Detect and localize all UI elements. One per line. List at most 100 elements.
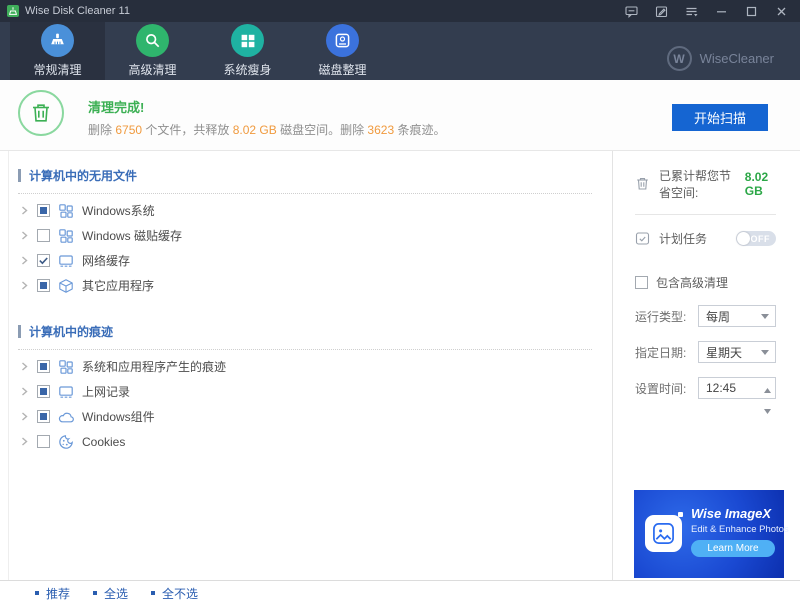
cube-icon [58,278,74,294]
summary-text: 个文件，共释放 [142,123,233,137]
main-area: 计算机中的无用文件 Windows系统 Windows 磁贴缓存网络缓存其它应用程序… [0,151,800,580]
advanced-clean-checkbox[interactable] [635,276,648,289]
checkbox[interactable] [37,360,50,373]
titlebar-buttons [625,5,800,18]
brand-logo: W WiseCleaner [667,46,774,71]
advanced-clean-label: 包含高级清理 [656,274,728,291]
schedule-toggle[interactable]: OFF [736,231,776,246]
cleanup-tree: 计算机中的无用文件 Windows系统 Windows 磁贴缓存网络缓存其它应用程序… [0,151,612,580]
tree-item[interactable]: Windows组件 [18,404,592,429]
chevron-right-icon[interactable] [20,281,29,290]
field-label: 指定日期: [635,344,686,361]
windows-icon [231,24,264,57]
chevron-right-icon[interactable] [20,256,29,265]
run-type-field: 运行类型:每周 [635,305,776,327]
result-banner: 清理完成! 删除 6750 个文件，共释放 8.02 GB 磁盘空间。删除 36… [0,80,800,151]
brush-icon [41,24,74,57]
tree-item-label: 其它应用程序 [82,277,154,294]
section-divider [18,349,592,350]
section-title: 计算机中的无用文件 [29,167,137,184]
calendar-check-icon [635,231,651,247]
section-header: 计算机中的痕迹 [18,322,592,340]
tab-regular-clean[interactable]: 常规清理 [10,22,105,80]
tree-item[interactable]: 网络缓存 [18,248,592,273]
chevron-right-icon[interactable] [20,362,29,371]
run-type-select[interactable]: 每周 [698,305,776,327]
app-logo-icon [7,5,19,17]
tab-advanced-clean[interactable]: 高级清理 [105,22,200,80]
tab-disk-defrag[interactable]: 磁盘整理 [295,22,390,80]
tab-label: 系统瘦身 [223,61,271,78]
summary-text: 磁盘空间。删除 [277,123,368,137]
maximize-icon[interactable] [745,5,758,18]
spin-down-icon[interactable] [764,401,771,419]
chevron-right-icon[interactable] [20,412,29,421]
menu-icon[interactable] [685,5,698,18]
tab-label: 磁盘整理 [318,61,366,78]
summary-value: 8.02 GB [233,123,277,137]
tree-item[interactable]: Windows 磁贴缓存 [18,223,592,248]
tree-item[interactable]: Windows系统 [18,198,592,223]
checkbox[interactable] [37,385,50,398]
brand-circle-icon: W [667,46,692,71]
chevron-right-icon[interactable] [20,437,29,446]
edit-icon[interactable] [655,5,668,18]
checkbox[interactable] [37,254,50,267]
close-icon[interactable] [775,5,788,18]
ad-subtitle: Edit & Enhance Photos [691,524,789,535]
checkbox[interactable] [37,279,50,292]
tree-item[interactable]: 系统和应用程序产生的痕迹 [18,354,592,379]
tree-item-label: 系统和应用程序产生的痕迹 [82,358,226,375]
tree-item[interactable]: 上网记录 [18,379,592,404]
clean-complete-title: 清理完成! [88,97,144,116]
tree-item-label: Windows 磁贴缓存 [82,227,182,244]
select-all-link[interactable]: 全选 [93,585,128,602]
photo-icon [645,515,682,552]
section-header: 计算机中的无用文件 [18,166,592,184]
checkbox[interactable] [37,410,50,423]
checkbox[interactable] [37,204,50,217]
tree-item-label: Windows系统 [82,202,155,219]
saved-space-value: 8.02 GB [745,170,776,198]
disk-icon [326,24,359,57]
window-title: Wise Disk Cleaner 11 [25,5,130,17]
caret-down-icon [761,314,769,319]
chevron-right-icon[interactable] [20,206,29,215]
summary-text: 删除 [88,123,115,137]
spinner-arrows[interactable] [764,380,771,419]
schedule-label: 计划任务 [659,230,707,247]
schedule-fields: 运行类型:每周指定日期:星期天设置时间:12:45 [635,305,776,399]
chevron-right-icon[interactable] [20,387,29,396]
checkbox[interactable] [37,229,50,242]
start-scan-button[interactable]: 开始扫描 [672,104,768,131]
tree-item[interactable]: 其它应用程序 [18,273,592,298]
tree-item[interactable]: Cookies [18,429,592,454]
wise-imagex-ad[interactable]: Wise ImageX Edit & Enhance Photos Learn … [634,490,784,578]
tab-system-slim[interactable]: 系统瘦身 [200,22,295,80]
minimize-icon[interactable] [715,5,728,18]
advanced-clean-option[interactable]: 包含高级清理 [635,274,776,291]
time-spinner[interactable]: 12:45 [698,377,776,399]
clean-summary: 删除 6750 个文件，共释放 8.02 GB 磁盘空间。删除 3623 条痕迹… [88,121,445,138]
date-select[interactable]: 星期天 [698,341,776,363]
magnifier-icon [136,24,169,57]
checkbox[interactable] [37,435,50,448]
saved-space-row: 已累计帮您节省空间: 8.02 GB [635,167,776,215]
spin-up-icon[interactable] [764,380,771,398]
learn-more-button[interactable]: Learn More [691,540,775,557]
ad-title: Wise ImageX [691,506,771,521]
recommend-link[interactable]: 推荐 [35,585,70,602]
caret-down-icon [761,350,769,355]
feedback-icon[interactable] [625,5,638,18]
sidebar: 已累计帮您节省空间: 8.02 GB 计划任务 OFF 包含高级清理 运行类型:… [612,151,800,580]
deselect-all-link[interactable]: 全不选 [151,585,198,602]
section-divider [18,193,592,194]
section-title: 计算机中的痕迹 [29,323,113,340]
brand-name: WiseCleaner [700,51,774,66]
field-value: 12:45 [699,381,736,395]
cloud-icon [58,409,74,425]
toggle-knob [737,232,750,245]
browser-window-icon [58,253,74,269]
chevron-right-icon[interactable] [20,231,29,240]
tree-item-label: 上网记录 [82,383,130,400]
